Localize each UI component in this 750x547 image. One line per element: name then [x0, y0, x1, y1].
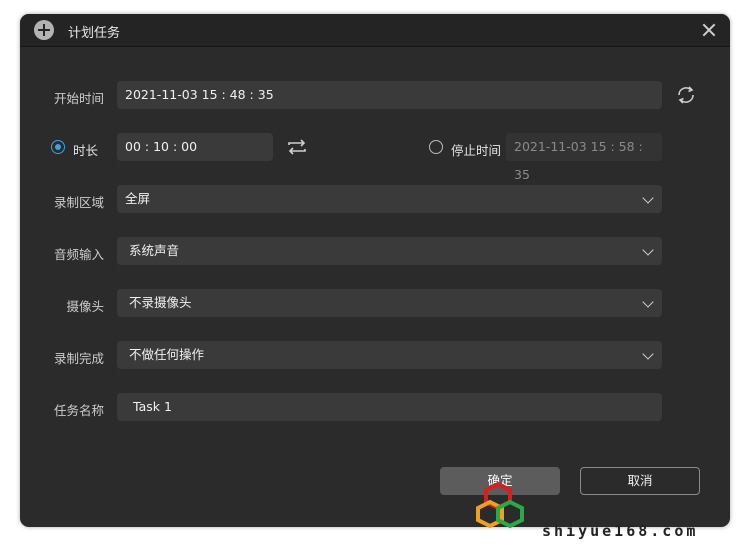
audio-input-label: 音频输入	[53, 247, 104, 262]
chevron-down-icon	[642, 348, 654, 360]
chevron-down-icon	[642, 192, 654, 204]
add-icon	[34, 20, 54, 40]
duration-input[interactable]: 00 : 10 : 00	[117, 133, 273, 161]
audio-input-value: 系统声音	[129, 243, 180, 258]
duration-radio[interactable]	[51, 140, 65, 154]
camera-value: 不录摄像头	[129, 295, 192, 310]
camera-select[interactable]: 不录摄像头	[117, 289, 662, 317]
chevron-down-icon	[642, 296, 654, 308]
chevron-down-icon	[642, 244, 654, 256]
stop-time-label: 停止时间	[451, 143, 502, 158]
watermark-logo-icon	[476, 482, 524, 529]
refresh-icon	[678, 86, 694, 104]
on-complete-select[interactable]: 不做任何操作	[117, 341, 662, 369]
watermark: shiyue168.com	[470, 482, 750, 544]
start-time-input[interactable]: 2021-11-03 15 : 48 : 35	[117, 81, 662, 109]
schedule-task-dialog: 计划任务 开始时间 2021-11-03 15 : 48 : 35 时长 00 …	[20, 14, 730, 527]
camera-label: 摄像头	[66, 299, 104, 314]
swap-icon	[288, 139, 306, 155]
stop-time-radio[interactable]	[429, 140, 443, 154]
record-area-label: 录制区域	[53, 195, 104, 210]
task-name-label: 任务名称	[53, 403, 104, 418]
refresh-time-button[interactable]	[675, 84, 697, 106]
start-time-label: 开始时间	[53, 91, 104, 106]
close-button[interactable]	[699, 20, 719, 40]
on-complete-label: 录制完成	[53, 351, 104, 366]
swap-button[interactable]	[285, 136, 309, 158]
title-bar: 计划任务	[20, 14, 730, 47]
watermark-text: shiyue168.com	[542, 522, 699, 540]
record-area-select[interactable]: 全屏	[117, 185, 662, 213]
record-area-value: 全屏	[125, 191, 151, 206]
audio-input-select[interactable]: 系统声音	[117, 237, 662, 265]
task-name-input[interactable]: Task 1	[117, 393, 662, 421]
duration-label: 时长	[73, 143, 99, 158]
on-complete-value: 不做任何操作	[129, 347, 205, 362]
dialog-title: 计划任务	[68, 26, 121, 41]
stop-time-input: 2021-11-03 15 : 58 : 35	[506, 133, 662, 182]
